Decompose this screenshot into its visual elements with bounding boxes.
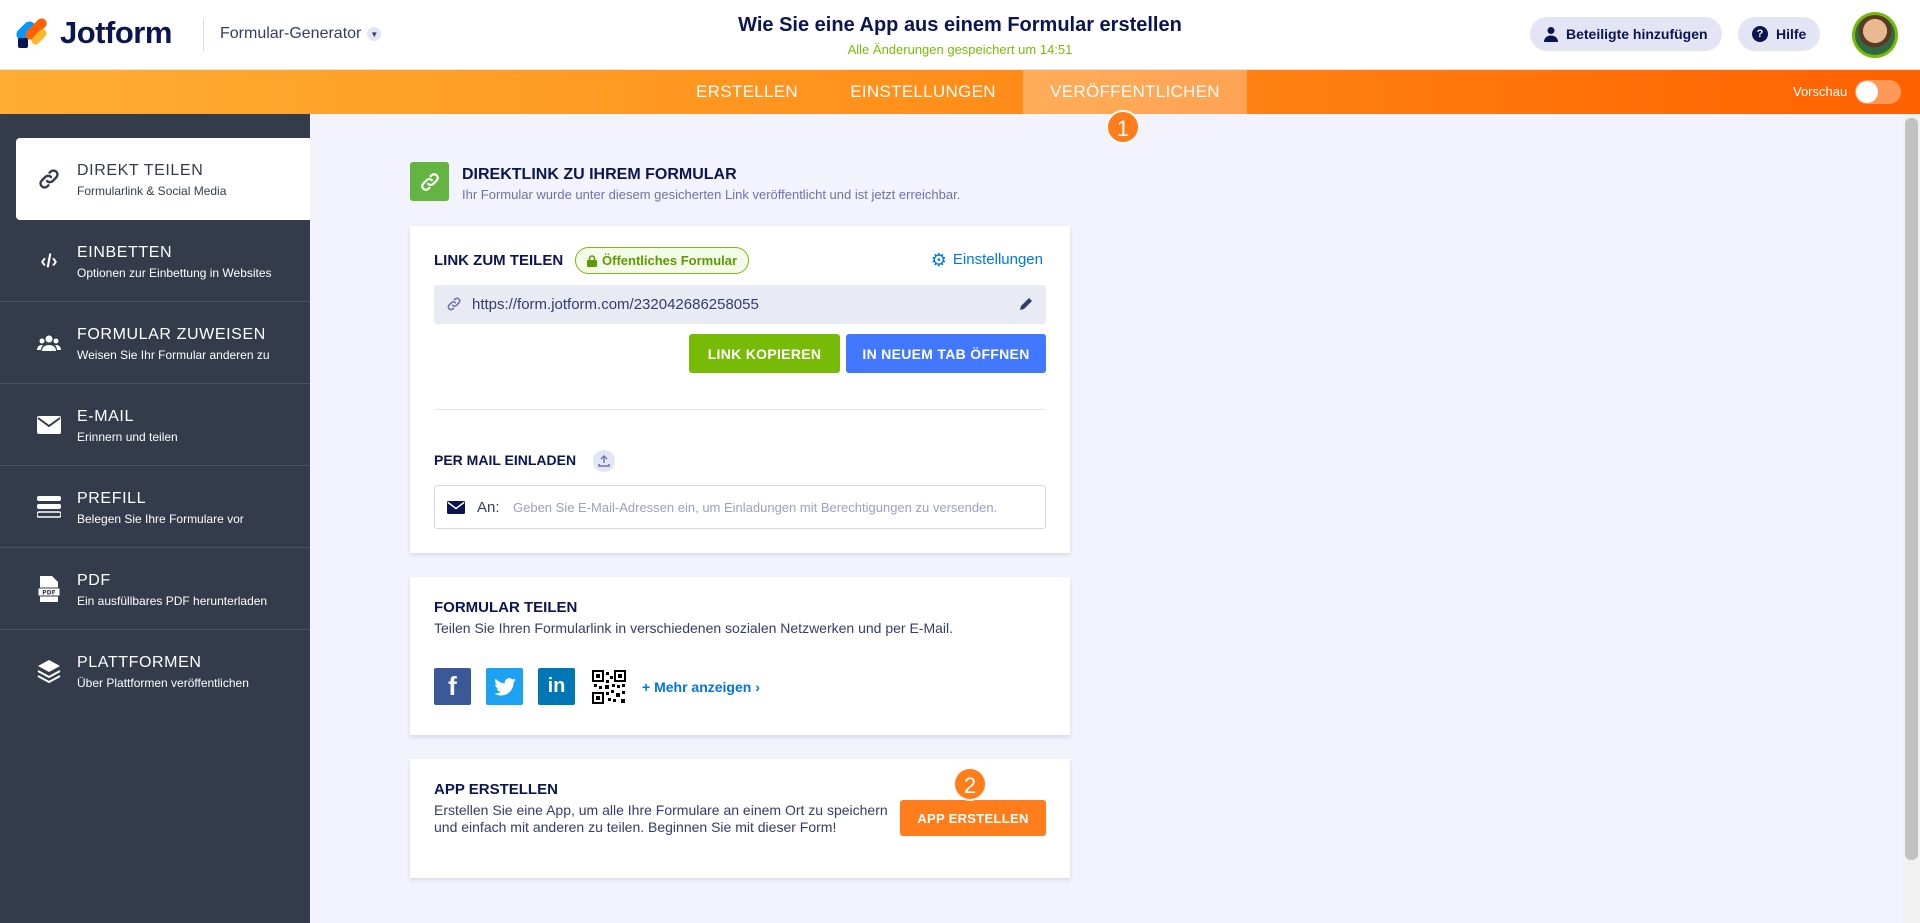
twitter-icon[interactable]: [486, 668, 523, 705]
share-link-card: LINK ZUM TEILEN Öffentliches Formular ⚙ …: [410, 226, 1070, 553]
form-url-field[interactable]: https://form.jotform.com/232042686258055: [434, 285, 1046, 324]
email-placeholder: Geben Sie E-Mail-Adressen ein, um Einlad…: [513, 500, 998, 515]
layers-icon: [36, 658, 62, 684]
save-status: Alle Änderungen gespeichert um 14:51: [847, 42, 1073, 57]
public-form-badge: Öffentliches Formular: [575, 247, 750, 274]
linkedin-icon[interactable]: in: [538, 668, 575, 705]
add-collaborators-label: Beteiligte hinzufügen: [1566, 26, 1708, 42]
lock-icon: [587, 254, 597, 267]
create-app-title: APP ERSTELLEN: [434, 781, 558, 798]
sidebar-item-subtitle: Über Plattformen veröffentlichen: [77, 676, 249, 690]
share-link-title: LINK ZUM TEILEN: [434, 252, 564, 269]
tab-einstellungen[interactable]: EINSTELLUNGEN: [830, 70, 1016, 114]
sidebar-item-subtitle: Optionen zur Einbettung in Websites: [77, 266, 272, 280]
form-title[interactable]: Wie Sie eine App aus einem Formular erst…: [610, 14, 1310, 37]
jotform-logo-mark: [13, 16, 50, 50]
share-form-title: FORMULAR TEILEN: [434, 599, 578, 616]
sidebar-item-subtitle: Ein ausfüllbares PDF herunterladen: [77, 594, 268, 608]
link-icon: [447, 297, 461, 311]
sidebar-item-subtitle: Formularlink & Social Media: [77, 184, 227, 198]
step-marker-1: 1: [1106, 110, 1140, 144]
sidebar-item-subtitle: Erinnern und teilen: [77, 430, 178, 444]
sidebar-item-prefill[interactable]: PREFILL Belegen Sie Ihre Formulare vor: [0, 466, 310, 548]
gear-icon: ⚙: [930, 249, 947, 270]
public-form-badge-label: Öffentliches Formular: [602, 253, 738, 268]
link-icon: [410, 162, 449, 201]
to-label: An:: [477, 499, 500, 516]
share-form-subtitle: Teilen Sie Ihren Formularlink in verschi…: [434, 620, 954, 636]
sidebar-item-title: EINBETTEN: [77, 244, 173, 261]
link-icon: [36, 166, 62, 192]
prefill-icon: [36, 494, 62, 520]
upload-icon[interactable]: [593, 450, 615, 472]
sidebar-item-title: FORMULAR ZUWEISEN: [77, 326, 266, 343]
pdf-icon: PDF: [36, 576, 62, 602]
sidebar-item-title: PLATTFORMEN: [77, 654, 202, 671]
copy-link-button[interactable]: LINK KOPIEREN: [689, 334, 840, 373]
jotform-logo[interactable]: Jotform: [13, 15, 172, 51]
sidebar-item-subtitle: Weisen Sie Ihr Formular anderen zu: [77, 348, 270, 362]
users-icon: [36, 330, 62, 356]
show-more-link[interactable]: + Mehr anzeigen ›: [642, 679, 760, 695]
help-icon: ?: [1752, 26, 1768, 42]
user-icon: [1544, 27, 1558, 42]
pencil-icon[interactable]: [1018, 296, 1034, 312]
create-app-button[interactable]: APP ERSTELLEN: [900, 800, 1046, 836]
sidebar-item-direkt-teilen[interactable]: DIREKT TEILEN Formularlink & Social Medi…: [16, 138, 310, 220]
tab-veroeffentlichen[interactable]: VERÖFFENTLICHEN: [1023, 70, 1247, 114]
help-label: Hilfe: [1776, 26, 1807, 42]
step-marker-2: 2: [953, 767, 987, 801]
link-settings-button[interactable]: ⚙ Einstellungen: [930, 249, 1043, 270]
chevron-down-icon: ▼: [367, 27, 382, 41]
scrollbar-thumb[interactable]: [1905, 118, 1918, 860]
svg-text:PDF: PDF: [42, 590, 55, 597]
sidebar-item-plattformen[interactable]: PLATTFORMEN Über Plattformen veröffentli…: [0, 630, 310, 712]
link-settings-label: Einstellungen: [952, 251, 1043, 268]
sidebar-item-title: DIREKT TEILEN: [77, 162, 204, 179]
tab-erstellen[interactable]: ERSTELLEN: [677, 70, 817, 114]
create-app-description: Erstellen Sie eine App, um alle Ihre For…: [434, 802, 888, 835]
sidebar-item-subtitle: Belegen Sie Ihre Formulare vor: [77, 512, 244, 526]
code-icon: ‹/›: [40, 250, 58, 271]
email-invite-input[interactable]: An: Geben Sie E-Mail-Adressen ein, um Ei…: [434, 485, 1046, 529]
open-new-tab-button[interactable]: IN NEUEM TAB ÖFFNEN: [846, 334, 1046, 373]
direct-link-subtitle: Ihr Formular wurde unter diesem gesicher…: [462, 187, 961, 202]
form-url: https://form.jotform.com/232042686258055: [472, 296, 759, 313]
sidebar-item-pdf[interactable]: PDF PDF Ein ausfüllbares PDF herunterlad…: [0, 548, 310, 630]
sidebar-item-title: PREFILL: [77, 490, 147, 507]
envelope-icon: [36, 412, 62, 438]
sidebar-item-title: PDF: [77, 572, 111, 589]
help-button[interactable]: ? Hilfe: [1738, 17, 1821, 51]
direct-link-title: DIREKTLINK ZU IHREM FORMULAR: [462, 166, 737, 183]
preview-toggle[interactable]: [1855, 80, 1901, 104]
envelope-icon: [447, 501, 465, 514]
avatar[interactable]: [1852, 12, 1898, 58]
qr-code-icon[interactable]: [590, 668, 627, 705]
builder-navbar: ERSTELLEN EINSTELLUNGEN VERÖFFENTLICHEN …: [0, 70, 1920, 114]
builder-menu-label: Formular-Generator: [220, 25, 362, 42]
sidebar-item-formular-zuweisen[interactable]: FORMULAR ZUWEISEN Weisen Sie Ihr Formula…: [0, 302, 310, 384]
share-form-card: FORMULAR TEILEN Teilen Sie Ihren Formula…: [410, 577, 1070, 735]
sidebar-item-title: E-MAIL: [77, 408, 134, 425]
preview-label: Vorschau: [1793, 84, 1848, 99]
top-header: Jotform Formular-Generator ▼ Wie Sie ein…: [0, 0, 1920, 70]
sidebar-item-email[interactable]: E-MAIL Erinnern und teilen: [0, 384, 310, 466]
sidebar-item-einbetten[interactable]: ‹/› EINBETTEN Optionen zur Einbettung in…: [0, 220, 310, 302]
brand-name: Jotform: [60, 15, 172, 50]
invite-by-mail-title: PER MAIL EINLADEN: [434, 452, 577, 468]
facebook-icon[interactable]: f: [434, 668, 471, 705]
publish-sidebar: DIREKT TEILEN Formularlink & Social Medi…: [0, 114, 310, 923]
card-divider: [434, 409, 1046, 410]
builder-menu[interactable]: Formular-Generator ▼: [220, 25, 382, 43]
header-divider: [203, 19, 204, 51]
add-collaborators-button[interactable]: Beteiligte hinzufügen: [1530, 17, 1722, 51]
